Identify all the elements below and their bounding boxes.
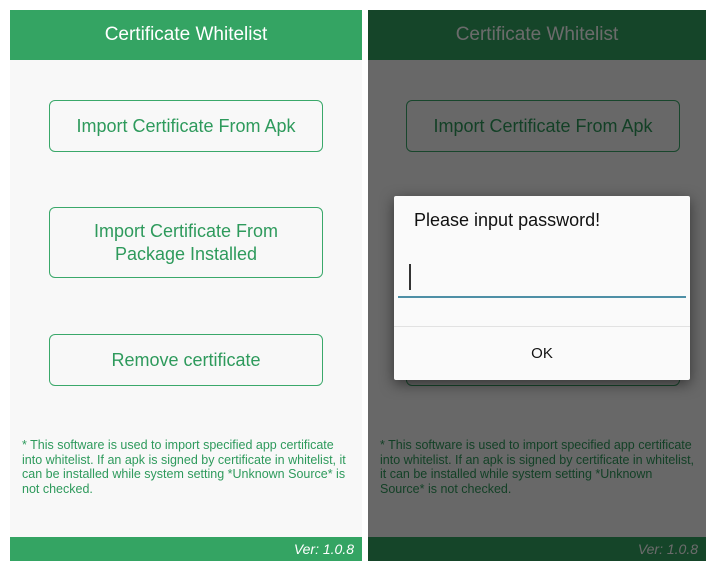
footer-bar: Ver: 1.0.8	[10, 537, 362, 561]
import-from-installed-button[interactable]: Import Certificate From Package Installe…	[49, 207, 323, 278]
text-caret	[409, 264, 411, 290]
import-from-apk-button[interactable]: Import Certificate From Apk	[49, 100, 323, 152]
remove-certificate-button[interactable]: Remove certificate	[49, 334, 323, 386]
ok-button[interactable]: OK	[394, 327, 690, 380]
app-title: Certificate Whitelist	[104, 24, 268, 45]
version-label: Ver: 1.0.8	[293, 541, 354, 557]
dialog-title: Please input password!	[414, 210, 601, 230]
password-input[interactable]	[398, 296, 686, 298]
password-dialog: Please input password! OK	[394, 196, 690, 380]
dialog-screen: Certificate Whitelist Import Certificate…	[368, 10, 706, 561]
app-bar: Certificate Whitelist	[10, 10, 362, 60]
main-screen: Certificate Whitelist Import Certificate…	[10, 10, 362, 561]
info-footnote: * This software is used to import specif…	[22, 438, 346, 496]
